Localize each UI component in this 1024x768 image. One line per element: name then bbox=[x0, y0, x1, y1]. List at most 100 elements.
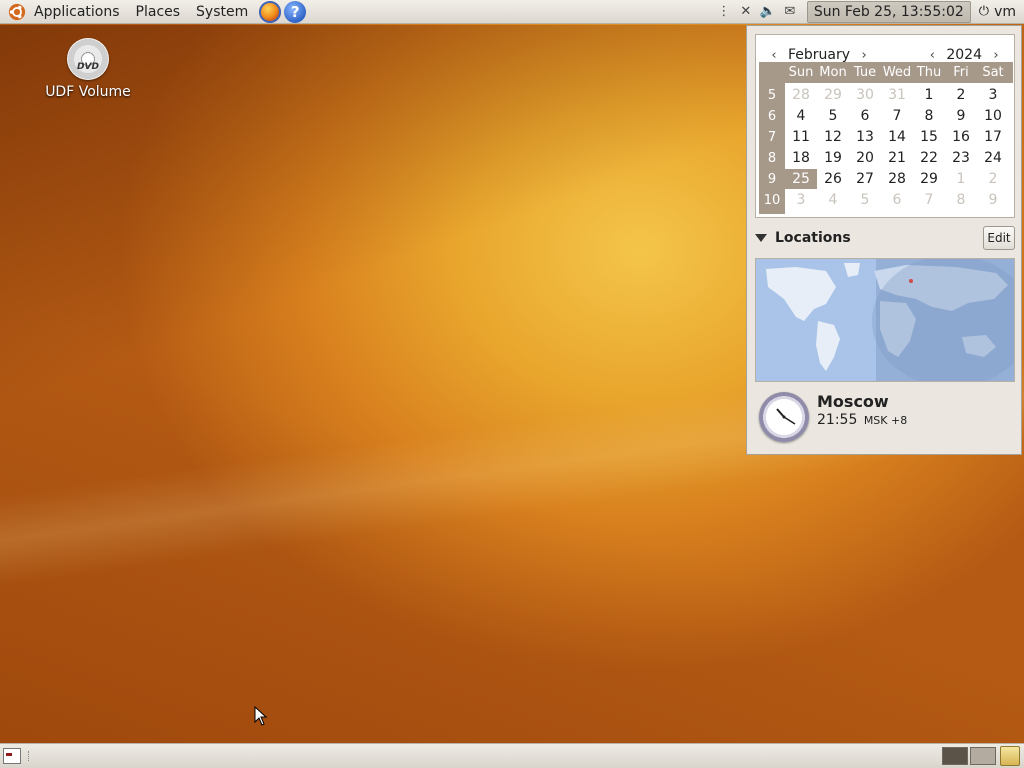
calendar-day[interactable]: 8 bbox=[945, 190, 977, 210]
calendar-day[interactable]: 23 bbox=[945, 148, 977, 168]
calendar-day[interactable]: 7 bbox=[881, 106, 913, 126]
calendar-day[interactable]: 20 bbox=[849, 148, 881, 168]
user-switcher[interactable]: ⏻ vm bbox=[971, 4, 1024, 20]
dvd-icon: DVD bbox=[67, 38, 109, 80]
locations-section: Locations Edit bbox=[755, 226, 1015, 250]
week-number: 5 bbox=[767, 88, 777, 103]
locations-title: Locations bbox=[775, 230, 851, 246]
calendar-day[interactable]: 26 bbox=[817, 169, 849, 189]
network-icon[interactable]: ✕ bbox=[735, 0, 757, 24]
calendar-day[interactable]: 6 bbox=[849, 106, 881, 126]
calendar-day[interactable]: 18 bbox=[785, 148, 817, 168]
bottom-panel bbox=[0, 743, 1024, 768]
calendar-day[interactable]: 2 bbox=[945, 85, 977, 105]
trash-icon[interactable] bbox=[1000, 746, 1020, 766]
calendar-day[interactable]: 15 bbox=[913, 127, 945, 147]
mail-icon[interactable]: ✉ bbox=[779, 0, 801, 24]
weekday-wed: Wed bbox=[882, 65, 912, 80]
weekday-sat: Sat bbox=[982, 65, 1004, 80]
calendar-day[interactable]: 29 bbox=[817, 85, 849, 105]
calendar-day[interactable]: 5 bbox=[849, 190, 881, 210]
week-number: 10 bbox=[763, 193, 781, 208]
calendar-popup: ‹ February › ‹ 2024 › 5 6 7 8 9 10 Sun Mon Tue W… bbox=[746, 25, 1022, 455]
calendar-day[interactable]: 30 bbox=[849, 85, 881, 105]
calendar-day[interactable]: 31 bbox=[881, 85, 913, 105]
calendar-day[interactable]: 9 bbox=[945, 106, 977, 126]
calendar-day[interactable]: 7 bbox=[913, 190, 945, 210]
user-name: vm bbox=[994, 3, 1016, 20]
prev-month-arrow-icon[interactable]: ‹ bbox=[766, 48, 782, 63]
calendar-day[interactable]: 1 bbox=[913, 85, 945, 105]
next-month-arrow-icon[interactable]: › bbox=[856, 48, 872, 63]
calendar-day-today[interactable]: 25 bbox=[785, 169, 817, 189]
top-panel: Applications Places System ? ⋮ ✕ 🔈 ✉ Sun… bbox=[0, 0, 1024, 24]
calendar-day[interactable]: 9 bbox=[977, 190, 1009, 210]
collapse-triangle-icon[interactable] bbox=[755, 234, 767, 242]
calendar-day[interactable]: 6 bbox=[881, 190, 913, 210]
weekday-header: Sun Mon Tue Wed Thu Fri Sat bbox=[785, 62, 1013, 83]
calendar-day[interactable]: 11 bbox=[785, 127, 817, 147]
calendar-day[interactable]: 5 bbox=[817, 106, 849, 126]
show-desktop-icon[interactable] bbox=[3, 748, 21, 764]
week-number: 9 bbox=[767, 172, 777, 187]
world-map-graphic bbox=[756, 259, 1014, 381]
calendar-day[interactable]: 21 bbox=[881, 148, 913, 168]
weekday-sun: Sun bbox=[788, 65, 814, 80]
calendar-day[interactable]: 28 bbox=[785, 85, 817, 105]
calendar-day[interactable]: 28 bbox=[881, 169, 913, 189]
firefox-launcher-icon[interactable] bbox=[259, 0, 282, 23]
calendar-day[interactable]: 2 bbox=[977, 169, 1009, 189]
dvd-badge: DVD bbox=[77, 62, 99, 72]
edit-locations-button[interactable]: Edit bbox=[983, 226, 1015, 250]
calendar-day[interactable]: 10 bbox=[977, 106, 1009, 126]
panel-handle bbox=[28, 751, 31, 761]
calendar-day[interactable]: 13 bbox=[849, 127, 881, 147]
calendar-day[interactable]: 19 bbox=[817, 148, 849, 168]
week-number: 6 bbox=[767, 109, 777, 124]
places-menu[interactable]: Places bbox=[128, 0, 189, 24]
help-launcher-icon[interactable]: ? bbox=[284, 0, 307, 23]
weekday-mon: Mon bbox=[819, 65, 847, 80]
calendar-day[interactable]: 3 bbox=[785, 190, 817, 210]
clock-hands bbox=[776, 408, 796, 425]
calendar-day[interactable]: 4 bbox=[785, 106, 817, 126]
calendar-day[interactable]: 29 bbox=[913, 169, 945, 189]
week-number-column: 5 6 7 8 9 10 bbox=[759, 62, 785, 214]
year-label: 2024 bbox=[946, 47, 982, 63]
calendar-day[interactable]: 14 bbox=[881, 127, 913, 147]
weekday-thu: Thu bbox=[916, 65, 942, 80]
power-icon: ⏻ bbox=[978, 4, 990, 19]
calendar-day[interactable]: 16 bbox=[945, 127, 977, 147]
calendar-day[interactable]: 17 bbox=[977, 127, 1009, 147]
city-name: Moscow bbox=[817, 392, 889, 411]
system-menu[interactable]: System bbox=[188, 0, 256, 24]
calendar-day[interactable]: 27 bbox=[849, 169, 881, 189]
world-map bbox=[755, 258, 1015, 382]
ubuntu-logo-icon[interactable] bbox=[8, 3, 26, 21]
calendar-day[interactable]: 3 bbox=[977, 85, 1009, 105]
analog-clock-icon bbox=[759, 392, 809, 442]
city-time: 21:55 MSK +8 bbox=[817, 412, 907, 428]
panel-handle-icon: ⋮ bbox=[717, 4, 731, 19]
calendar-day[interactable]: 24 bbox=[977, 148, 1009, 168]
applications-menu[interactable]: Applications bbox=[26, 0, 128, 24]
calendar-day[interactable]: 4 bbox=[817, 190, 849, 210]
prev-year-arrow-icon[interactable]: ‹ bbox=[924, 48, 940, 63]
location-row-moscow[interactable]: Moscow 21:55 MSK +8 bbox=[755, 390, 1015, 446]
panel-clock[interactable]: Sun Feb 25, 13:55:02 bbox=[806, 0, 971, 23]
workspace-2[interactable] bbox=[970, 747, 996, 765]
workspace-1[interactable] bbox=[942, 747, 968, 765]
desktop-icon-udf-volume[interactable]: DVD UDF Volume bbox=[40, 38, 136, 100]
calendar-day[interactable]: 12 bbox=[817, 127, 849, 147]
next-year-arrow-icon[interactable]: › bbox=[988, 48, 1004, 63]
weekday-tue: Tue bbox=[853, 65, 877, 80]
city-time-value: 21:55 bbox=[817, 412, 858, 428]
calendar-day[interactable]: 1 bbox=[945, 169, 977, 189]
week-number: 7 bbox=[767, 130, 777, 145]
week-number: 8 bbox=[767, 151, 777, 166]
mouse-pointer-icon bbox=[254, 706, 268, 726]
calendar-day[interactable]: 8 bbox=[913, 106, 945, 126]
calendar-day[interactable]: 22 bbox=[913, 148, 945, 168]
weekday-fri: Fri bbox=[953, 65, 969, 80]
volume-icon[interactable]: 🔈 bbox=[757, 0, 779, 24]
